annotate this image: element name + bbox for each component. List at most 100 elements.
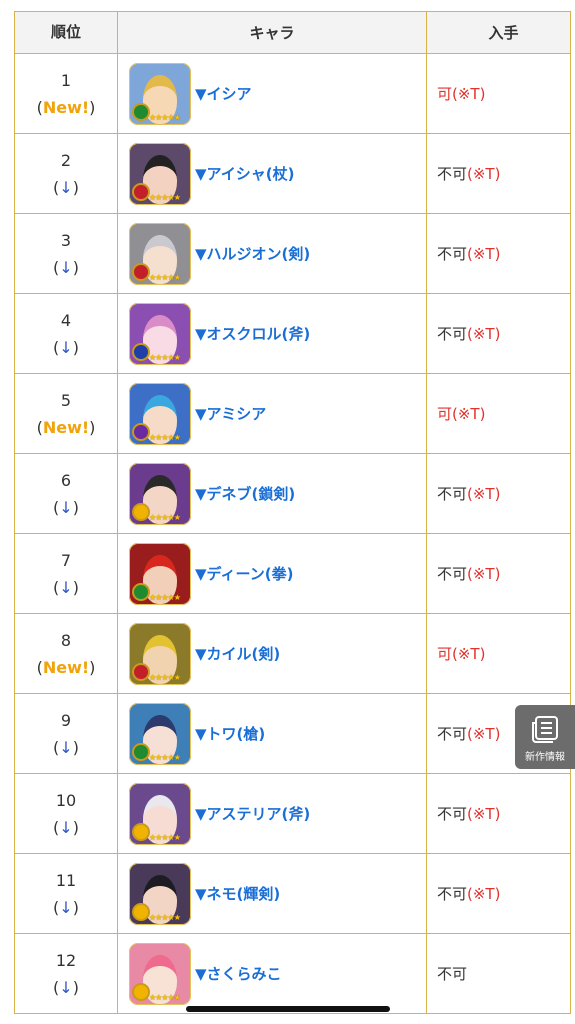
rarity-stars-icon: ★★★★★ xyxy=(149,992,181,1002)
rank-change: (↓) xyxy=(53,737,79,757)
rarity-stars-icon: ★★★★★ xyxy=(149,912,181,922)
character-avatar[interactable]: ★★★★★ xyxy=(129,382,191,445)
character-avatar[interactable]: ★★★★★ xyxy=(129,542,191,605)
chara-cell: ★★★★★ ▼ディーン(拳) xyxy=(117,533,427,614)
chara-cell: ★★★★★ ▼ハルジオン(剣) xyxy=(117,213,427,294)
element-orb-icon xyxy=(132,662,150,681)
home-indicator[interactable] xyxy=(186,1006,390,1012)
character-avatar[interactable]: ★★★★★ xyxy=(129,222,191,285)
rank-change: (↓) xyxy=(53,577,79,597)
table-row: 6 (↓) ★★★★★ ▼デネブ(鎖剣) 不可(※T) xyxy=(14,453,571,534)
chara-cell: ★★★★★ ▼イシア xyxy=(117,53,427,134)
character-link[interactable]: ▼デネブ(鎖剣) xyxy=(195,483,295,504)
header-chara: キャラ xyxy=(117,11,427,54)
character-avatar[interactable]: ★★★★★ xyxy=(129,462,191,525)
character-avatar[interactable]: ★★★★★ xyxy=(129,702,191,765)
rank-change: (↓) xyxy=(53,257,79,277)
rank-number: 8 xyxy=(60,630,72,650)
rank-number: 11 xyxy=(55,870,77,890)
rank-number: 7 xyxy=(60,550,72,570)
rarity-stars-icon: ★★★★★ xyxy=(149,192,181,202)
element-orb-icon xyxy=(132,582,150,601)
table-row: 1 (New!) ★★★★★ ▼イシア 可(※T) xyxy=(14,53,571,134)
chara-cell: ★★★★★ ▼トワ(槍) xyxy=(117,693,427,774)
rank-cell: 1 (New!) xyxy=(14,53,118,134)
rank-cell: 4 (↓) xyxy=(14,293,118,374)
character-avatar[interactable]: ★★★★★ xyxy=(129,142,191,205)
chara-cell: ★★★★★ ▼デネブ(鎖剣) xyxy=(117,453,427,534)
get-note: (※T) xyxy=(467,485,501,503)
character-avatar[interactable]: ★★★★★ xyxy=(129,62,191,125)
rank-cell: 3 (↓) xyxy=(14,213,118,294)
character-avatar[interactable]: ★★★★★ xyxy=(129,942,191,1005)
rarity-stars-icon: ★★★★★ xyxy=(149,112,181,122)
rank-change-value: New! xyxy=(42,657,90,677)
get-note: (※T) xyxy=(467,805,501,823)
get-note: (※T) xyxy=(467,325,501,343)
get-cell: 不可(※T) xyxy=(426,293,571,374)
character-link[interactable]: ▼アミシア xyxy=(195,403,266,424)
get-note: (※T) xyxy=(452,405,486,423)
get-note: (※T) xyxy=(467,245,501,263)
get-status: 不可 xyxy=(437,565,468,583)
character-link[interactable]: ▼アイシャ(杖) xyxy=(195,163,295,184)
get-cell: 不可(※T) xyxy=(426,853,571,934)
character-link[interactable]: ▼さくらみこ xyxy=(195,963,282,984)
element-orb-icon xyxy=(132,902,150,921)
rank-change: (↓) xyxy=(53,177,79,197)
table-row: 4 (↓) ★★★★★ ▼オスクロル(斧) 不可(※T) xyxy=(14,293,571,374)
get-cell: 不可(※T) xyxy=(426,533,571,614)
rank-change-value: New! xyxy=(42,97,90,117)
get-cell: 不可(※T) xyxy=(426,213,571,294)
rank-change: (↓) xyxy=(53,817,79,837)
chara-cell: ★★★★★ ▼カイル(剣) xyxy=(117,613,427,694)
character-link[interactable]: ▼ディーン(拳) xyxy=(195,563,293,584)
rank-number: 6 xyxy=(60,470,72,490)
get-status: 不可 xyxy=(437,245,468,263)
rank-change-value: ↓ xyxy=(59,897,73,917)
get-status: 不可 xyxy=(437,965,468,983)
get-cell: 不可(※T) xyxy=(426,453,571,534)
rank-number: 3 xyxy=(60,230,72,250)
rank-cell: 9 (↓) xyxy=(14,693,118,774)
rank-change: (↓) xyxy=(53,337,79,357)
character-avatar[interactable]: ★★★★★ xyxy=(129,782,191,845)
rank-change-value: New! xyxy=(42,417,90,437)
rank-number: 12 xyxy=(55,950,77,970)
character-link[interactable]: ▼アステリア(斧) xyxy=(195,803,310,824)
rank-number: 1 xyxy=(60,70,72,90)
rank-cell: 11 (↓) xyxy=(14,853,118,934)
character-link[interactable]: ▼カイル(剣) xyxy=(195,643,280,664)
get-status: 可 xyxy=(437,85,453,103)
rank-number: 9 xyxy=(60,710,72,730)
rarity-stars-icon: ★★★★★ xyxy=(149,832,181,842)
chara-cell: ★★★★★ ▼ネモ(輝剣) xyxy=(117,853,427,934)
character-link[interactable]: ▼オスクロル(斧) xyxy=(195,323,310,344)
character-avatar[interactable]: ★★★★★ xyxy=(129,622,191,685)
table-row: 12 (↓) ★★★★★ ▼さくらみこ 不可 xyxy=(14,933,571,1014)
character-link[interactable]: ▼トワ(槍) xyxy=(195,723,265,744)
chara-cell: ★★★★★ ▼アイシャ(杖) xyxy=(117,133,427,214)
get-status: 可 xyxy=(437,645,453,663)
rank-change-value: ↓ xyxy=(59,257,73,277)
character-avatar[interactable]: ★★★★★ xyxy=(129,302,191,365)
get-note: (※T) xyxy=(467,565,501,583)
get-status: 不可 xyxy=(437,805,468,823)
ranking-table: 順位 キャラ 入手 1 (New!) ★★★★★ ▼イシア 可(※T) 2 (↓ xyxy=(14,11,571,1014)
get-note: (※T) xyxy=(452,645,486,663)
rank-change: (↓) xyxy=(53,897,79,917)
character-link[interactable]: ▼イシア xyxy=(195,83,252,104)
get-note: (※T) xyxy=(452,85,486,103)
rank-cell: 2 (↓) xyxy=(14,133,118,214)
character-link[interactable]: ▼ハルジオン(剣) xyxy=(195,243,310,264)
rarity-stars-icon: ★★★★★ xyxy=(149,752,181,762)
character-link[interactable]: ▼ネモ(輝剣) xyxy=(195,883,280,904)
table-row: 5 (New!) ★★★★★ ▼アミシア 可(※T) xyxy=(14,373,571,454)
new-info-button[interactable]: 新作情報 xyxy=(515,705,575,769)
get-status: 不可 xyxy=(437,165,468,183)
element-orb-icon xyxy=(132,982,150,1001)
rank-cell: 8 (New!) xyxy=(14,613,118,694)
rank-change-value: ↓ xyxy=(59,497,73,517)
rank-cell: 5 (New!) xyxy=(14,373,118,454)
character-avatar[interactable]: ★★★★★ xyxy=(129,862,191,925)
